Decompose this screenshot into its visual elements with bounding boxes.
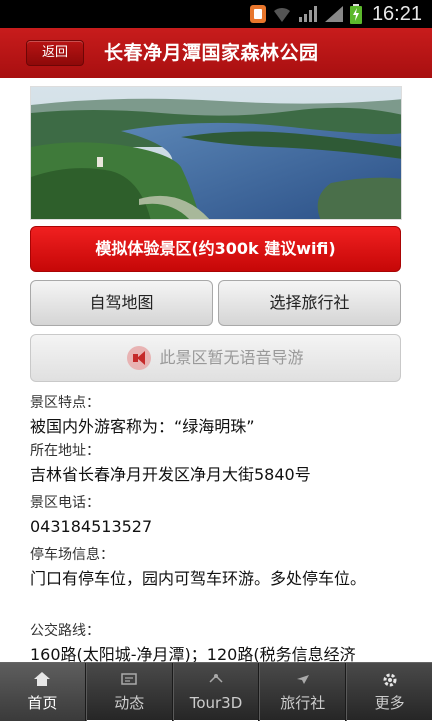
info-parking: 停车场信息： 门口有停车位，园内可驾车环游。多处停车位。 (30, 544, 402, 592)
info-label: 景区特点： (30, 395, 100, 411)
status-icons: 16:21 (249, 2, 422, 26)
gear-icon (347, 663, 432, 691)
tab-more[interactable]: 更多 (346, 663, 432, 721)
info-value[interactable]: 043184513527 (30, 514, 402, 540)
scenic-photo (30, 86, 402, 220)
status-bar: 16:21 (0, 0, 432, 28)
info-label: 景区电话： (30, 495, 100, 511)
choose-agency-button[interactable]: 选择旅行社 (218, 280, 401, 326)
tab-home[interactable]: 首页 (0, 663, 86, 721)
tab-label: 首页 (27, 694, 58, 712)
speaker-icon (127, 346, 152, 370)
info-value: 160路(太阳城-净月潭)；120路(税务信息经济 (30, 645, 356, 662)
tab-agency[interactable]: 旅行社 (259, 663, 347, 721)
home-icon (0, 663, 85, 691)
battery-icon (349, 4, 362, 24)
virtual-tour-button[interactable]: 模拟体验景区(约300k 建议wifi) (30, 226, 401, 272)
info-bus: 公交路线： 160路(太阳城-净月潭)；120路(税务信息经济 (30, 620, 402, 662)
audio-guide-inner: 此景区暂无语音导游 (127, 335, 304, 381)
tab-label: 旅行社 (280, 694, 326, 712)
info-label: 停车场信息： (30, 547, 114, 563)
signal-icon-2 (324, 6, 343, 22)
agency-icon (260, 663, 345, 691)
back-button[interactable]: 返回 (26, 40, 84, 66)
info-value: 吉林省长春净月开发区净月大街5840号 (30, 465, 311, 484)
bottom-tab-bar: 首页 动态 Tour3D 旅行社 更多 (0, 662, 432, 721)
tab-label: 更多 (374, 694, 405, 712)
info-phone: 景区电话： 043184513527 (30, 492, 402, 540)
tab-tour3d[interactable]: Tour3D (172, 663, 260, 721)
audio-guide-label: 此景区暂无语音导游 (159, 348, 304, 367)
info-address: 所在地址： 吉林省长春净月开发区净月大街5840号 (30, 440, 402, 488)
info-feature: 景区特点： 被国内外游客称为：“绿海明珠” (30, 392, 402, 440)
info-label: 公交路线： (30, 623, 100, 639)
tab-label: Tour3D (189, 694, 243, 712)
page-title: 长春净月潭国家森林公园 (104, 42, 319, 64)
info-value: 被国内外游客称为：“绿海明珠” (30, 417, 255, 436)
scenic-detail[interactable]: 模拟体验景区(约300k 建议wifi) 自驾地图 选择旅行社 此景区暂无语音导… (0, 78, 432, 662)
self-drive-map-button[interactable]: 自驾地图 (30, 280, 213, 326)
tab-news[interactable]: 动态 (85, 663, 173, 721)
title-bar: 返回 长春净月潭国家森林公园 (0, 28, 432, 78)
news-icon (87, 663, 172, 691)
clock: 16:21 (371, 2, 422, 25)
tour3d-icon (174, 663, 259, 691)
signal-icon (298, 6, 317, 22)
audio-guide-button[interactable]: 此景区暂无语音导游 (30, 334, 401, 382)
notification-icon (249, 5, 266, 23)
tab-label: 动态 (114, 694, 145, 712)
info-value: 门口有停车位，园内可驾车环游。多处停车位。 (30, 569, 367, 588)
wifi-icon (273, 7, 290, 23)
info-label: 所在地址： (30, 443, 100, 459)
